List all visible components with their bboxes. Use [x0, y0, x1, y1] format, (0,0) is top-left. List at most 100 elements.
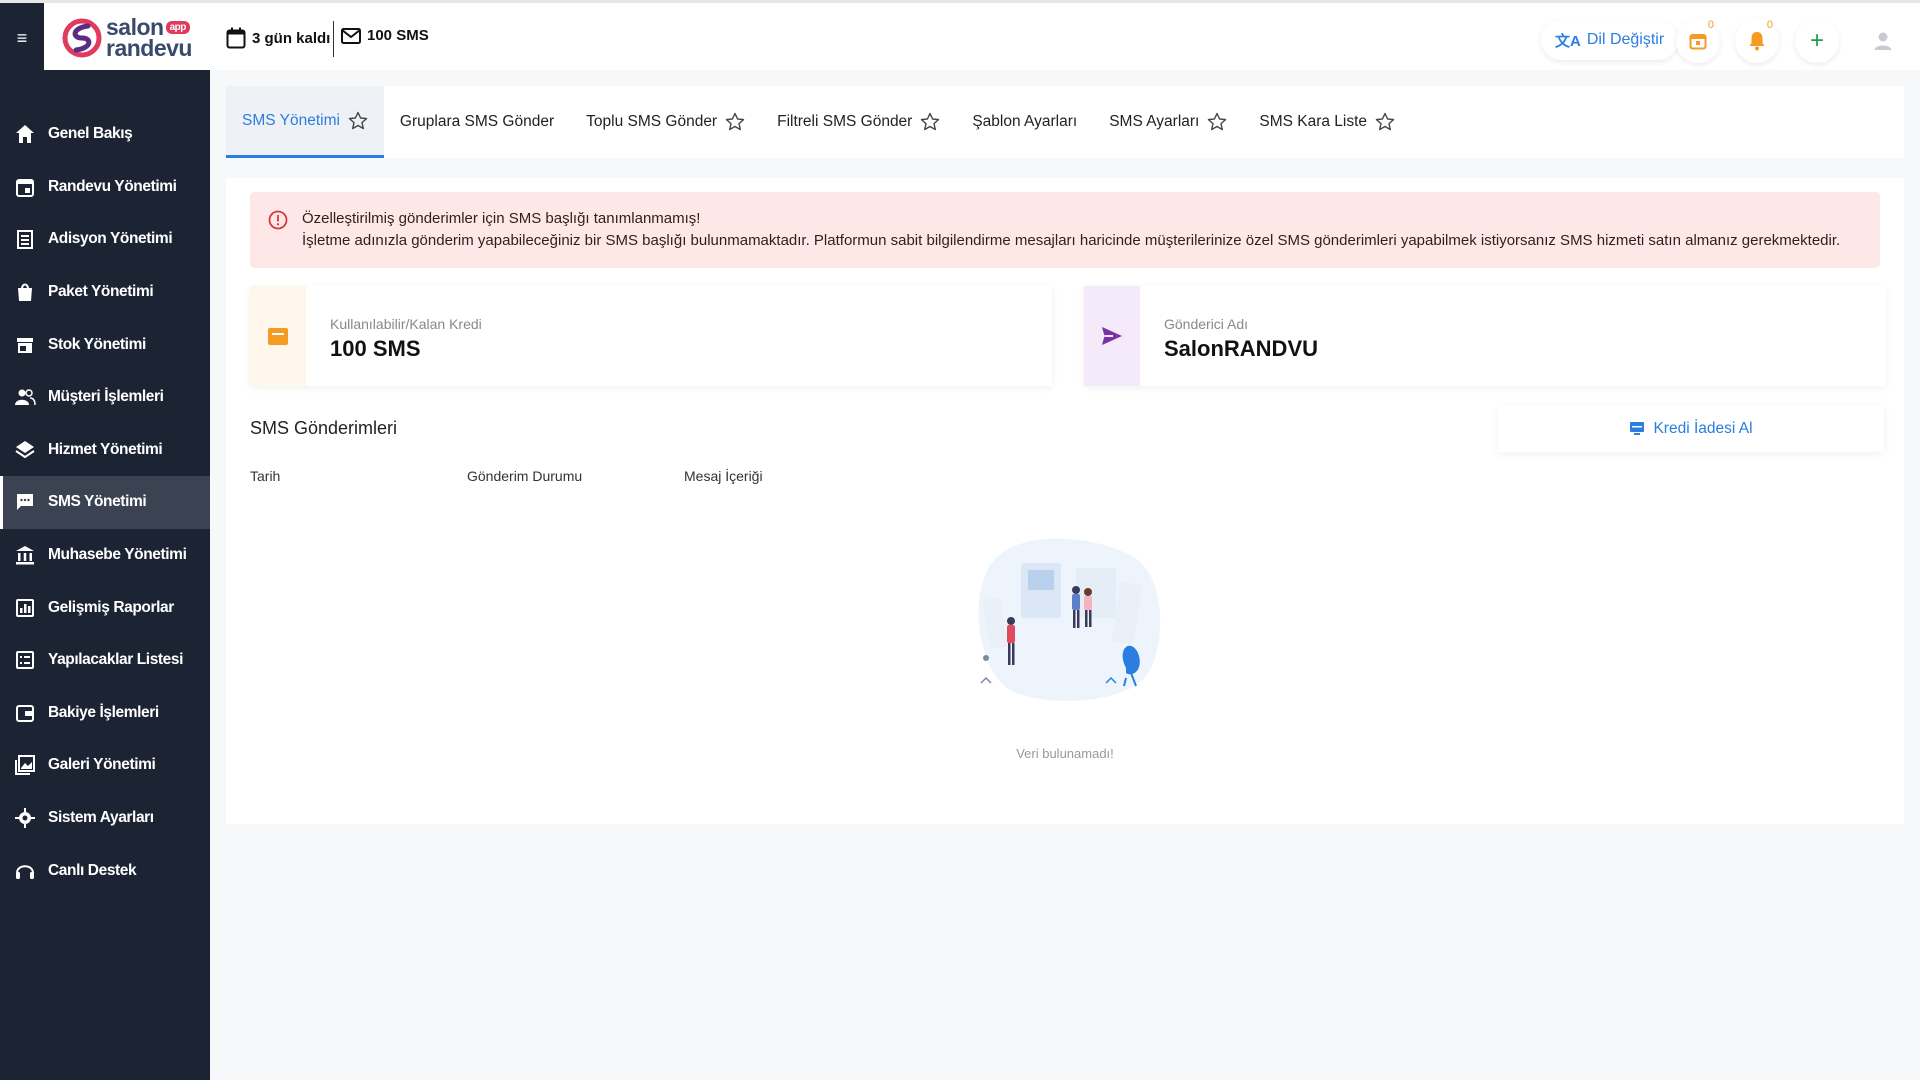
calendar-alert-icon: [1689, 34, 1707, 50]
sender-label: Gönderici Adı: [1164, 316, 1249, 332]
home-icon: [14, 123, 36, 145]
empty-state-text: Veri bulunamadı!: [1016, 746, 1114, 761]
mail-icon: [341, 27, 361, 44]
calendar-icon: [14, 176, 36, 198]
calendar-notification-button[interactable]: 0: [1676, 19, 1720, 63]
tab-label: SMS Ayarları: [1109, 113, 1200, 130]
menu-collapse-icon: ≡: [16, 27, 28, 48]
sidebar-item-label: Hizmet Yönetimi: [48, 440, 163, 458]
logo-app-badge: app: [165, 21, 190, 34]
sms-header-alert: Özelleştirilmiş gönderimler için SMS baş…: [250, 192, 1880, 268]
sidebar-item-11[interactable]: Bakiye İşlemleri: [0, 687, 210, 740]
wallet-icon: [14, 702, 36, 724]
star-icon[interactable]: [1207, 112, 1227, 132]
sidebar-item-label: Bakiye İşlemleri: [48, 703, 159, 721]
star-icon[interactable]: [725, 112, 745, 132]
column-header-message[interactable]: Mesaj İçeriği: [684, 468, 763, 484]
tab-1[interactable]: Gruplara SMS Gönder: [384, 86, 570, 158]
profile-button[interactable]: [1861, 19, 1905, 63]
language-button[interactable]: 文A Dil Değiştir: [1541, 20, 1679, 60]
alert-message: İşletme adınızla gönderim yapabileceğini…: [302, 232, 1841, 249]
tab-bar: SMS Yönetimi Gruplara SMS Gönder Toplu SMS…: [226, 86, 1904, 158]
sms-balance-text: 100 SMS: [367, 27, 429, 44]
calendar-badge: 0: [1707, 19, 1714, 31]
credit-refund-button[interactable]: Kredi İadesi Al: [1498, 406, 1884, 452]
trial-remaining: 3 gün kaldı: [226, 27, 330, 49]
sidebar-item-0[interactable]: Genel Bakış: [0, 108, 210, 161]
sidebar-item-label: SMS Yönetimi: [48, 493, 147, 511]
credit-card: Kullanılabilir/Kalan Kredi 100 SMS: [250, 286, 1052, 386]
tab-4[interactable]: Şablon Ayarları: [956, 86, 1093, 158]
credit-value: 100 SMS: [330, 336, 421, 361]
sidebar-item-3[interactable]: Paket Yönetimi: [0, 266, 210, 319]
logo-icon: [62, 18, 102, 58]
column-header-date[interactable]: Tarih: [250, 468, 280, 484]
sidebar-item-label: Müşteri İşlemleri: [48, 388, 164, 406]
sms-management-card: Özelleştirilmiş gönderimler için SMS baş…: [226, 178, 1904, 824]
language-button-label: Dil Değiştir: [1586, 31, 1665, 48]
sidebar-item-label: Paket Yönetimi: [48, 283, 154, 301]
sidebar-item-label: Muhasebe Yönetimi: [48, 546, 187, 564]
tab-6[interactable]: SMS Kara Liste: [1243, 86, 1411, 158]
credit-refund-label: Kredi İadesi Al: [1653, 420, 1753, 437]
gear-icon: [14, 807, 36, 829]
sidebar-item-label: Gelişmiş Raporlar: [48, 598, 174, 616]
tab-3[interactable]: Filtreli SMS Gönder: [761, 86, 956, 158]
column-header-status[interactable]: Gönderim Durumu: [467, 468, 582, 484]
sidebar-item-6[interactable]: Hizmet Yönetimi: [0, 424, 210, 477]
message-icon: [14, 491, 36, 513]
tab-label: SMS Kara Liste: [1259, 113, 1368, 130]
layers-icon: [14, 439, 36, 461]
empty-state-illustration: [978, 538, 1161, 701]
sidebar-item-1[interactable]: Randevu Yönetimi: [0, 161, 210, 214]
tab-label: Filtreli SMS Gönder: [777, 113, 913, 130]
sidebar-item-4[interactable]: Stok Yönetimi: [0, 318, 210, 371]
monitor-icon: [1630, 422, 1645, 435]
bank-icon: [14, 544, 36, 566]
sidebar-item-9[interactable]: Gelişmiş Raporlar: [0, 581, 210, 634]
tab-label: Toplu SMS Gönder: [586, 113, 718, 130]
sidebar-item-label: Canlı Destek: [48, 861, 137, 879]
sidebar-item-label: Genel Bakış: [48, 125, 133, 143]
sidebar: Genel Bakış Randevu Yönetimi Adisyon Yönet…: [0, 70, 210, 1080]
credit-icon-box: [250, 286, 306, 386]
tab-label: SMS Yönetimi: [242, 111, 340, 129]
sidebar-item-label: Randevu Yönetimi: [48, 177, 177, 195]
logo-text-randevu: randevu: [106, 35, 192, 61]
receipt-icon: [14, 228, 36, 250]
tab-5[interactable]: SMS Ayarları: [1093, 86, 1243, 158]
add-button[interactable]: +: [1795, 19, 1839, 63]
tab-2[interactable]: Toplu SMS Gönder: [570, 86, 761, 158]
tab-0[interactable]: SMS Yönetimi: [226, 86, 384, 158]
sidebar-item-8[interactable]: Muhasebe Yönetimi: [0, 529, 210, 582]
headset-icon: [14, 860, 36, 882]
user-avatar-icon: [1874, 32, 1892, 50]
sidebar-item-12[interactable]: Galeri Yönetimi: [0, 739, 210, 792]
sidebar-item-14[interactable]: Canlı Destek: [0, 844, 210, 897]
sender-icon-box: [1084, 286, 1140, 386]
list-icon: [14, 649, 36, 671]
translate-icon: 文A: [1555, 32, 1581, 50]
header-divider: [333, 21, 334, 57]
users-icon: [14, 386, 36, 408]
bag-icon: [14, 281, 36, 303]
menu-toggle-button[interactable]: ≡: [0, 3, 44, 73]
app-logo[interactable]: salon app randevu: [44, 3, 210, 73]
sidebar-item-13[interactable]: Sistem Ayarları: [0, 792, 210, 845]
star-icon[interactable]: [348, 111, 368, 131]
sender-card: Gönderici Adı SalonRANDVU: [1084, 286, 1886, 386]
notification-button[interactable]: 0: [1735, 19, 1779, 63]
sidebar-item-label: Stok Yönetimi: [48, 335, 146, 353]
store-icon: [14, 334, 36, 356]
sidebar-item-2[interactable]: Adisyon Yönetimi: [0, 213, 210, 266]
star-icon[interactable]: [920, 112, 940, 132]
sidebar-item-10[interactable]: Yapılacaklar Listesi: [0, 634, 210, 687]
credit-label: Kullanılabilir/Kalan Kredi: [330, 316, 482, 332]
sidebar-item-5[interactable]: Müşteri İşlemleri: [0, 371, 210, 424]
error-circle-icon: [268, 210, 288, 230]
star-icon[interactable]: [1375, 112, 1395, 132]
gallery-icon: [14, 754, 36, 776]
sidebar-item-7[interactable]: SMS Yönetimi: [0, 476, 210, 529]
plus-icon: +: [1809, 27, 1824, 54]
folder-icon: [268, 328, 288, 345]
